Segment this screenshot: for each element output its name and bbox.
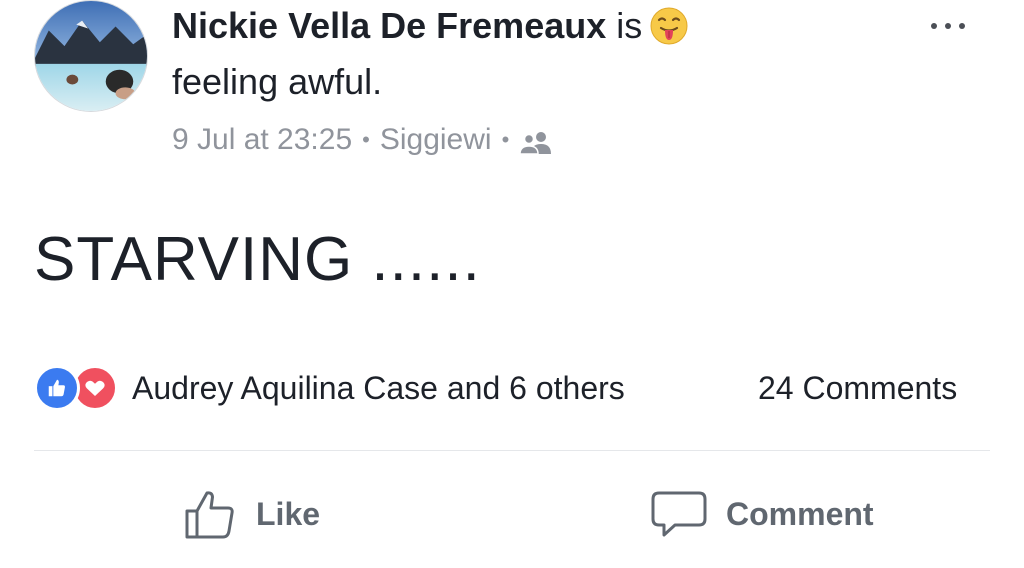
reaction-names: Audrey Aquilina Case and 6 others (132, 370, 625, 406)
status-verb: is (616, 5, 643, 46)
like-button-label: Like (256, 495, 321, 532)
friends-icon[interactable] (519, 127, 553, 155)
comment-button-label: Comment (726, 495, 874, 532)
more-dot (931, 23, 937, 29)
like-button[interactable]: Like (182, 482, 320, 546)
feeling-text: feeling awful. (172, 61, 383, 102)
comment-button[interactable]: Comment (650, 482, 874, 546)
post-body-text: STARVING ...... (34, 225, 481, 294)
post-meta: 9 Jul at 23:25 • Siggiewi • (172, 120, 553, 160)
reactions-summary[interactable]: Audrey Aquilina Case and 6 others (34, 362, 625, 414)
post-timestamp[interactable]: 9 Jul at 23:25 (172, 120, 352, 160)
like-reaction-icon (34, 365, 80, 411)
meta-separator: • (362, 127, 370, 152)
avatar-photo (35, 1, 147, 111)
thumbs-up-icon (182, 486, 238, 542)
author-line: Nickie Vella De Fremeaux is (172, 4, 688, 48)
more-options-button[interactable] (920, 6, 976, 46)
more-dot (959, 23, 965, 29)
speech-bubble-icon (650, 486, 708, 542)
meta-separator: • (501, 127, 510, 152)
more-dot (945, 23, 951, 29)
post-location[interactable]: Siggiewi (380, 120, 492, 160)
facebook-post: Nickie Vella De Fremeaux is feeling awfu… (0, 0, 1024, 568)
tongue-out-face-icon (650, 7, 688, 45)
avatar[interactable] (34, 0, 148, 112)
divider (34, 450, 990, 451)
author-name[interactable]: Nickie Vella De Fremeaux (172, 5, 606, 46)
comment-count-link[interactable]: 24 Comments (758, 362, 957, 414)
